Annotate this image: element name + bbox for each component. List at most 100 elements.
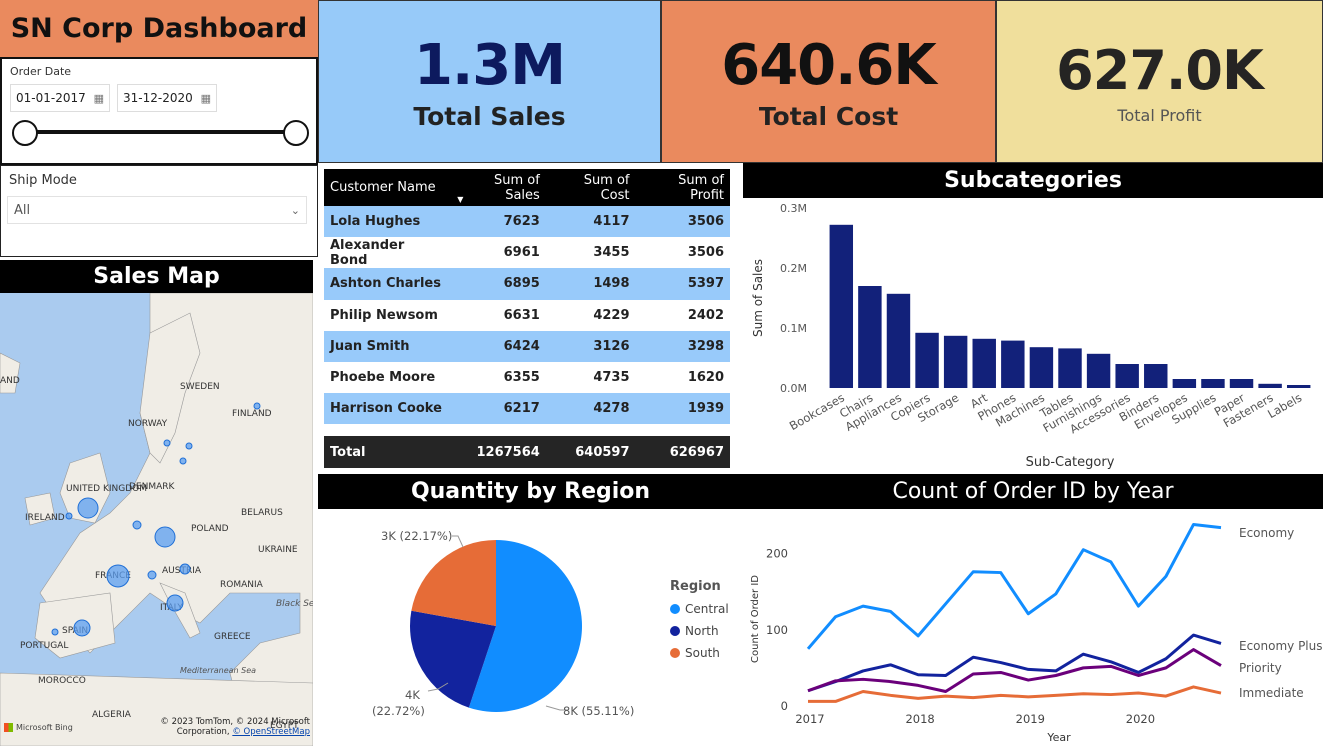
bar [943, 335, 968, 388]
cell-total-label: Total [324, 436, 451, 469]
map-label: SWEDEN [180, 382, 220, 392]
chevron-down-icon[interactable]: ⌄ [291, 204, 300, 217]
y-tick-label: 100 [766, 623, 788, 637]
cell-sales: 6961 [503, 245, 540, 261]
cell-customer: Harrison Cooke [324, 393, 451, 425]
map-bubble [77, 497, 99, 519]
table-row[interactable]: Phoebe Moore 6355 4735 1620 [324, 362, 730, 393]
map-bubble [179, 563, 191, 575]
customer-table: Customer Name Sum of Sales ▼ Sum of Cost … [324, 169, 730, 469]
cell-total-cost: 640597 [545, 436, 636, 469]
line-chart-canvas: 0 100 200 Count of Order ID 2017 2018 2019 2020… [750, 523, 1323, 744]
windows-icon [4, 723, 13, 732]
bar [1115, 364, 1139, 388]
table-header-row: Customer Name Sum of Sales ▼ Sum of Cost … [324, 169, 730, 206]
ship-mode-dropdown[interactable]: All ⌄ [7, 196, 307, 224]
cell-cost: 4735 [593, 370, 630, 386]
bar [829, 224, 854, 388]
legend-item-central[interactable]: Central [670, 602, 729, 616]
column-header-sum-of-cost[interactable]: Sum of Cost [545, 169, 636, 206]
y-tick-label: 200 [766, 547, 788, 561]
calendar-icon[interactable]: ▦ [94, 92, 104, 105]
orders-by-year-chart[interactable]: 0 100 200 Count of Order ID 2017 2018 2019 2020… [743, 509, 1323, 746]
cell-sales: 6355 [503, 370, 540, 386]
y-tick-label: 0.3M [780, 202, 807, 215]
series-label: Immediate [1239, 686, 1304, 700]
map-label: Black Sea [276, 599, 313, 609]
region-legend: Region Central North South [670, 579, 729, 660]
sales-map[interactable]: SWEDEN FINLAND NORWAY UNITED KINGDOM IRE… [0, 293, 313, 746]
map-attribution: © 2023 TomTom, © 2024 Microsoft Corporat… [140, 717, 310, 737]
end-date-input[interactable]: 31-12-2020 ▦ [117, 84, 217, 112]
cell-cost: 4229 [593, 307, 630, 323]
sales-map-title: Sales Map [0, 260, 313, 293]
kpi-card-total-profit: 627.0K Total Profit [996, 0, 1323, 163]
total-profit-label: Total Profit [1117, 105, 1202, 125]
map-label: ROMANIA [220, 580, 264, 590]
column-header-sum-of-profit[interactable]: Sum of Profit [635, 169, 730, 206]
y-tick-label: 0.0M [780, 382, 807, 395]
column-header-customer-name[interactable]: Customer Name [324, 169, 451, 206]
series-label: Economy [1239, 526, 1294, 540]
map-bubble [106, 564, 130, 588]
quantity-by-region-chart[interactable]: 8K (55.11%) 4K (22.72%) 3K (22.17%) Region … [318, 509, 743, 746]
map-bubble [132, 520, 142, 530]
legend-item-south[interactable]: South [670, 646, 729, 660]
cell-sales: 7623 [450, 206, 546, 238]
orders-by-year-title: Count of Order ID by Year [743, 474, 1323, 509]
series-line [806, 523, 1222, 650]
table-row[interactable]: Harrison Cooke 6217 4278 1939 [324, 393, 730, 425]
map-bubble [73, 619, 91, 637]
map-label: Mediterranean Sea [180, 666, 256, 675]
openstreetmap-link[interactable]: © OpenStreetMap [232, 727, 310, 737]
total-cost-value: 640.6K [721, 32, 937, 98]
cell-customer: Juan Smith [324, 330, 451, 362]
table-row[interactable]: Juan Smith 6424 3126 3298 [324, 330, 730, 362]
x-tick-label: 2019 [1016, 712, 1045, 726]
map-bubble [51, 628, 59, 636]
slice-label: 4K [405, 688, 420, 702]
bar [1029, 347, 1054, 388]
map-label: GREECE [214, 632, 251, 642]
cell-profit: 3506 [635, 206, 730, 238]
legend-dot [670, 648, 680, 658]
bar [1058, 348, 1082, 388]
cell-cost: 3126 [545, 330, 636, 362]
cell-profit: 1939 [635, 393, 730, 425]
start-date-input[interactable]: 01-01-2017 ▦ [10, 84, 110, 112]
total-profit-value: 627.0K [1056, 38, 1264, 102]
sort-desc-icon[interactable]: ▼ [457, 195, 463, 204]
date-range-start-handle[interactable] [12, 120, 38, 146]
date-range-end-handle[interactable] [283, 120, 309, 146]
series-label: Economy Plus [1239, 639, 1323, 653]
cell-profit: 5397 [635, 268, 730, 300]
table-row[interactable]: Ashton Charles 6895 1498 5397 [324, 268, 730, 300]
map-bubble [154, 526, 176, 548]
x-axis-label: Sub-Category [1026, 455, 1115, 470]
series-line [808, 685, 1222, 703]
cell-cost: 4278 [545, 393, 636, 425]
table-row[interactable]: Lola Hughes 7623 4117 3506 [324, 206, 730, 238]
cell-customer: Philip Newsom [330, 307, 438, 323]
bar [1229, 379, 1254, 388]
table-row[interactable]: Philip Newsom 6631 4229 2402 [324, 300, 730, 331]
cell-sales: 6631 [503, 307, 540, 323]
cell-cost: 3455 [593, 245, 630, 261]
bar [972, 338, 996, 388]
map-label: NORWAY [128, 419, 168, 429]
table-row[interactable]: Alexander Bond 6961 3455 3506 [324, 237, 730, 268]
y-tick-label: 0.1M [780, 322, 807, 335]
bar [1201, 379, 1225, 388]
column-header-sum-of-sales[interactable]: Sum of Sales ▼ [450, 169, 546, 206]
y-tick-label: 0.2M [780, 262, 807, 275]
bar [1172, 379, 1197, 388]
subcategories-chart[interactable]: 0.0M 0.1M 0.2M 0.3M Sum of Sales Bookcases Cha… [743, 198, 1323, 472]
map-label: PORTUGAL [20, 641, 68, 651]
map-bubble [185, 442, 193, 450]
map-label: IRELAND [25, 513, 65, 523]
legend-label: North [685, 624, 719, 638]
legend-item-north[interactable]: North [670, 624, 729, 638]
table-spacer [324, 424, 730, 436]
calendar-icon[interactable]: ▦ [201, 92, 211, 105]
map-bubble [253, 402, 261, 410]
